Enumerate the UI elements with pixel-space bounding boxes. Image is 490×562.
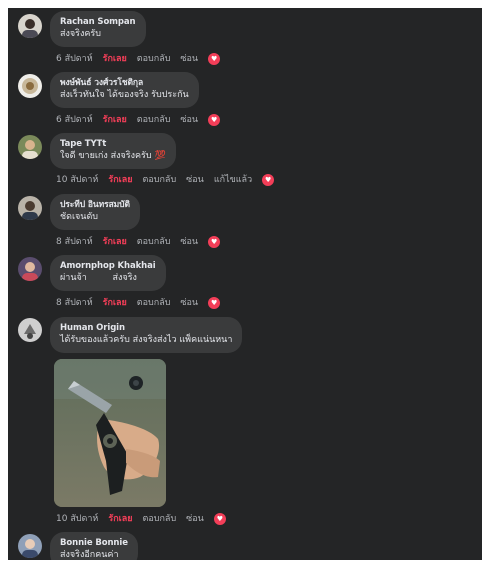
comment-text: ส่งจริงอีกคนค่า — [60, 550, 119, 560]
reply-button[interactable]: ตอบกลับ — [137, 114, 171, 126]
comment-text: ส่งจริงครับ — [60, 29, 101, 39]
comment-author[interactable]: พงษ์พันธ์ วงศ์วรโชติกุล — [60, 77, 189, 89]
comment-text: ใจดี ขายเก่ง ส่งจริงครับ 💯 — [60, 150, 166, 163]
avatar[interactable] — [18, 14, 42, 38]
heart-reaction-icon[interactable]: ♥ — [262, 174, 275, 186]
heart-reaction-icon[interactable]: ♥ — [208, 297, 221, 309]
comment-actions: 10 สัปดาห์ รักเลย ตอบกลับ ซ่อน แก้ไขแล้ว… — [56, 174, 275, 186]
comment-bubble: Human Origin ได้รับของแล้วครับ ส่งจริงส่… — [50, 317, 243, 353]
comment-actions: 6 สัปดาห์ รักเลย ตอบกลับ ซ่อน ♥ — [56, 114, 221, 126]
avatar[interactable] — [18, 135, 42, 159]
comment-author[interactable]: ประทีป อินทรสมบัติ — [60, 199, 130, 211]
comment-author[interactable]: Amornphop Khakhai — [60, 260, 156, 272]
hide-button[interactable]: ซ่อน — [180, 114, 198, 126]
love-button[interactable]: รักเลย — [108, 513, 132, 525]
avatar[interactable] — [18, 196, 42, 220]
comment-bubble: Rachan Sompan ส่งจริงครับ — [50, 11, 146, 47]
comments-panel: Rachan Sompan ส่งจริงครับ 6 สัปดาห์ รักเ… — [8, 8, 482, 560]
comment-text: ผ่านจ้า ส่งจริง — [60, 273, 137, 283]
heart-reaction-icon[interactable]: ♥ — [213, 513, 226, 525]
comment-author[interactable]: Rachan Sompan — [60, 16, 136, 28]
comment-time[interactable]: 8 สัปดาห์ — [56, 236, 93, 248]
heart-reaction-icon[interactable]: ♥ — [208, 236, 221, 248]
comment-text: ชัดเจนดับ — [60, 212, 99, 222]
comment-text: ส่งเร็วทันใจ ได้ของจริง รับประกัน — [60, 90, 189, 100]
comment-text: ได้รับของแล้วครับ ส่งจริงส่งไว แพ็คแน่นห… — [60, 335, 233, 345]
reply-button[interactable]: ตอบกลับ — [143, 174, 177, 186]
reply-button[interactable]: ตอบกลับ — [137, 236, 171, 248]
reply-button[interactable]: ตอบกลับ — [143, 513, 177, 525]
comment-bubble: Tape TYTt ใจดี ขายเก่ง ส่งจริงครับ 💯 — [50, 133, 176, 169]
hide-button[interactable]: ซ่อน — [186, 174, 204, 186]
comment-actions: 8 สัปดาห์ รักเลย ตอบกลับ ซ่อน ♥ — [56, 236, 221, 248]
avatar[interactable] — [18, 257, 42, 281]
comment-actions: 8 สัปดาห์ รักเลย ตอบกลับ ซ่อน ♥ — [56, 297, 221, 309]
comment-author[interactable]: Bonnie Bonnie — [60, 537, 128, 549]
love-button[interactable]: รักเลย — [108, 174, 132, 186]
avatar[interactable] — [18, 318, 42, 342]
comment-time[interactable]: 6 สัปดาห์ — [56, 114, 93, 126]
love-button[interactable]: รักเลย — [103, 297, 127, 309]
comment-author[interactable]: Tape TYTt — [60, 138, 166, 150]
hide-button[interactable]: ซ่อน — [180, 236, 198, 248]
love-button[interactable]: รักเลย — [103, 114, 127, 126]
attached-photo[interactable] — [54, 359, 166, 507]
comment-bubble: ประทีป อินทรสมบัติ ชัดเจนดับ — [50, 194, 140, 230]
comment-time[interactable]: 8 สัปดาห์ — [56, 297, 93, 309]
hide-button[interactable]: ซ่อน — [180, 53, 198, 65]
comment-time[interactable]: 10 สัปดาห์ — [56, 174, 98, 186]
comment-time[interactable]: 10 สัปดาห์ — [56, 513, 98, 525]
heart-reaction-icon[interactable]: ♥ — [208, 53, 221, 65]
comment-actions: 10 สัปดาห์ รักเลย ตอบกลับ ซ่อน ♥ — [56, 513, 226, 525]
hide-button[interactable]: ซ่อน — [180, 297, 198, 309]
comment-bubble: พงษ์พันธ์ วงศ์วรโชติกุล ส่งเร็วทันใจ ได้… — [50, 72, 199, 108]
love-button[interactable]: รักเลย — [103, 53, 127, 65]
comment-bubble: Bonnie Bonnie ส่งจริงอีกคนค่า — [50, 532, 138, 560]
comment-author[interactable]: Human Origin — [60, 322, 232, 334]
reply-button[interactable]: ตอบกลับ — [137, 297, 171, 309]
heart-reaction-icon[interactable]: ♥ — [208, 114, 221, 126]
love-button[interactable]: รักเลย — [103, 236, 127, 248]
edited-label: แก้ไขแล้ว — [213, 175, 253, 185]
avatar[interactable] — [18, 74, 42, 98]
heart-emoji-icon: 💯 — [154, 151, 166, 161]
reply-button[interactable]: ตอบกลับ — [137, 53, 171, 65]
comment-bubble: Amornphop Khakhai ผ่านจ้า ส่งจริง — [50, 255, 166, 291]
comment-time[interactable]: 6 สัปดาห์ — [56, 53, 93, 65]
comment-text-body: ใจดี ขายเก่ง ส่งจริงครับ — [60, 151, 152, 161]
comment-actions: 6 สัปดาห์ รักเลย ตอบกลับ ซ่อน ♥ — [56, 53, 221, 65]
avatar[interactable] — [18, 534, 42, 558]
hide-button[interactable]: ซ่อน — [186, 513, 204, 525]
